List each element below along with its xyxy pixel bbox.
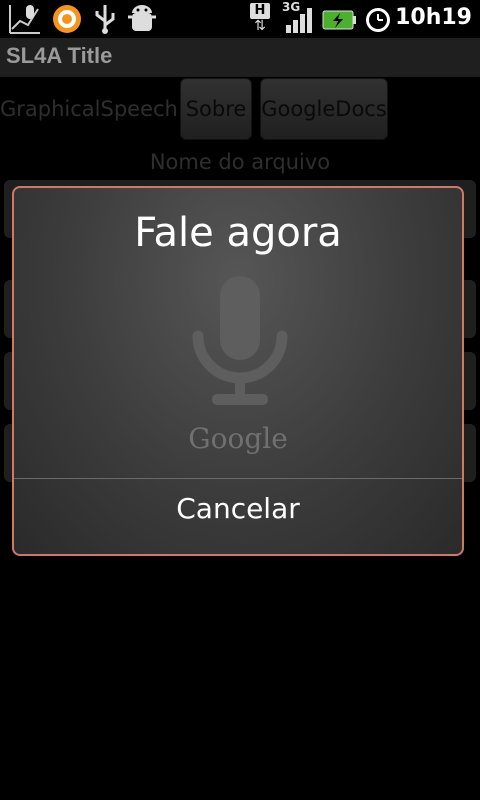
cancel-button[interactable]: Cancelar — [14, 479, 462, 554]
status-bar: H ⇅ 3G 10h19 — [0, 0, 480, 38]
usb-icon — [95, 5, 115, 34]
signal-icon — [286, 8, 312, 33]
app-circle-icon — [53, 5, 81, 33]
speech-dialog: Fale agora Google Cancelar — [12, 186, 464, 556]
app-title: SL4A Title — [6, 43, 113, 68]
google-logo: Google — [188, 422, 288, 455]
microphone-icon[interactable] — [192, 276, 288, 416]
android-debug-icon — [128, 5, 156, 31]
title-bar: SL4A Title — [0, 38, 480, 77]
alarm-icon — [366, 8, 390, 32]
data-indicator: H — [250, 3, 270, 19]
dialog-title: Fale agora — [134, 210, 342, 256]
battery-charging-icon — [322, 10, 356, 30]
voice-search-icon — [9, 5, 40, 34]
status-clock: 10h19 — [395, 5, 472, 30]
data-arrows-icon: H ⇅ — [250, 3, 274, 35]
